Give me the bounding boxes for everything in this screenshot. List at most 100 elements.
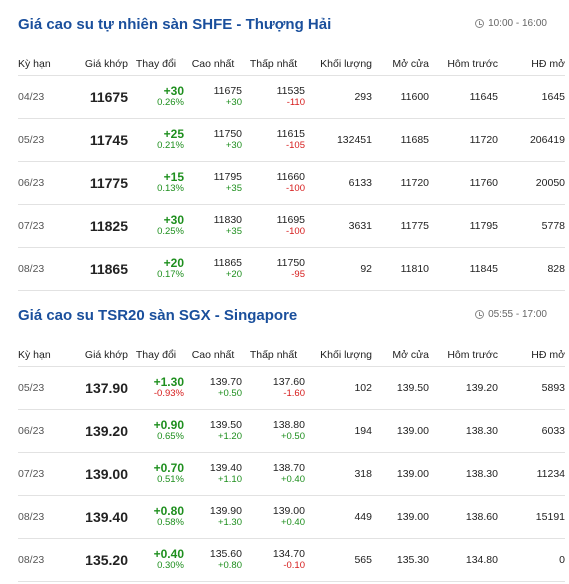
volume-cell: 293 bbox=[305, 75, 372, 119]
table-header-row: Kỳ hạn Giá khớp Thay đổi Cao nhất Thấp nhất K… bbox=[18, 343, 565, 367]
low-cell: 134.70 -0.10 bbox=[242, 538, 305, 582]
change-percent: 0.25% bbox=[157, 226, 184, 237]
change-value: +20 bbox=[163, 256, 184, 270]
price-cell: 139.00 bbox=[66, 452, 128, 496]
change-cell: +30 0.26% bbox=[128, 75, 184, 119]
shfe-section: Giá cao su tự nhiên sàn SHFE - Thượng Hả… bbox=[0, 0, 569, 291]
price-cell: 137.90 bbox=[66, 366, 128, 410]
change-value: +0.40 bbox=[153, 547, 184, 561]
high-cell: 11750 +30 bbox=[184, 118, 242, 162]
change-cell: +25 0.21% bbox=[128, 118, 184, 162]
low-cell: 138.70 +0.40 bbox=[242, 452, 305, 496]
low-value: 11660 bbox=[276, 171, 305, 183]
header-open-interest: HĐ mở bbox=[498, 343, 565, 367]
open-interest-cell: 6033 bbox=[498, 409, 565, 453]
change-cell: +0.70 0.51% bbox=[128, 452, 184, 496]
high-delta: +0.80 bbox=[217, 560, 242, 571]
change-value: +25 bbox=[163, 127, 184, 141]
term-cell: 06/23 bbox=[18, 409, 66, 453]
header-prev: Hôm trước bbox=[429, 343, 498, 367]
open-cell: 139.00 bbox=[372, 409, 429, 453]
low-delta: -100 bbox=[285, 226, 305, 237]
table-row[interactable]: 08/23 135.20 +0.40 0.30% 135.60 +0.80 134.70 -0… bbox=[18, 538, 565, 582]
sgx-price-table: Kỳ hạn Giá khớp Thay đổi Cao nhất Thấp nhất K… bbox=[18, 343, 565, 582]
low-cell: 11695 -100 bbox=[242, 204, 305, 248]
high-value: 11865 bbox=[213, 257, 242, 269]
header-low: Thấp nhất bbox=[242, 52, 305, 76]
term-cell: 08/23 bbox=[18, 538, 66, 582]
open-interest-cell: 206419 bbox=[498, 118, 565, 162]
term-cell: 08/23 bbox=[18, 247, 66, 291]
header-high: Cao nhất bbox=[184, 52, 242, 76]
table-row[interactable]: 07/23 11825 +30 0.25% 11830 +35 11695 -100 3631 1… bbox=[18, 204, 565, 248]
header-change: Thay đổi bbox=[128, 52, 184, 76]
sgx-header: Giá cao su TSR20 sàn SGX - Singapore 05:… bbox=[0, 291, 569, 343]
change-value: +30 bbox=[163, 213, 184, 227]
prev-close-cell: 139.20 bbox=[429, 366, 498, 410]
term-cell: 04/23 bbox=[18, 75, 66, 119]
low-value: 11695 bbox=[276, 214, 305, 226]
term-cell: 08/23 bbox=[18, 495, 66, 539]
price-cell: 11675 bbox=[66, 75, 128, 119]
high-delta: +30 bbox=[225, 140, 242, 151]
high-value: 139.70 bbox=[209, 376, 242, 388]
table-row[interactable]: 04/23 11675 +30 0.26% 11675 +30 11535 -110 293 11… bbox=[18, 75, 565, 119]
term-cell: 07/23 bbox=[18, 452, 66, 496]
high-cell: 11830 +35 bbox=[184, 204, 242, 248]
open-cell: 11720 bbox=[372, 161, 429, 205]
change-percent: 0.17% bbox=[157, 269, 184, 280]
clock-icon bbox=[475, 19, 485, 28]
open-interest-cell: 15191 bbox=[498, 495, 565, 539]
table-row[interactable]: 08/23 11865 +20 0.17% 11865 +20 11750 -95 92 1181… bbox=[18, 247, 565, 291]
header-volume: Khối lượng bbox=[305, 52, 372, 76]
sgx-title: Giá cao su TSR20 sàn SGX - Singapore bbox=[18, 307, 298, 324]
prev-close-cell: 11645 bbox=[429, 75, 498, 119]
table-row[interactable]: 06/23 139.20 +0.90 0.65% 139.50 +1.20 138.80 +0… bbox=[18, 409, 565, 453]
change-percent: 0.30% bbox=[157, 560, 184, 571]
low-delta: -110 bbox=[286, 97, 305, 108]
price-cell: 11865 bbox=[66, 247, 128, 291]
low-cell: 11750 -95 bbox=[242, 247, 305, 291]
header-change: Thay đổi bbox=[128, 343, 184, 367]
change-percent: 0.58% bbox=[157, 517, 184, 528]
low-cell: 138.80 +0.50 bbox=[242, 409, 305, 453]
volume-cell: 3631 bbox=[305, 204, 372, 248]
high-delta: +1.20 bbox=[217, 431, 242, 442]
low-delta: -100 bbox=[285, 183, 305, 194]
table-row[interactable]: 07/23 139.00 +0.70 0.51% 139.40 +1.10 138.70 +0… bbox=[18, 452, 565, 496]
change-cell: +0.40 0.30% bbox=[128, 538, 184, 582]
high-delta: +35 bbox=[225, 226, 242, 237]
high-delta: +1.30 bbox=[217, 517, 242, 528]
low-delta: +0.50 bbox=[280, 431, 305, 442]
term-cell: 05/23 bbox=[18, 118, 66, 162]
header-open: Mở cửa bbox=[372, 343, 429, 367]
low-cell: 11535 -110 bbox=[242, 75, 305, 119]
header-volume: Khối lượng bbox=[305, 343, 372, 367]
header-term: Kỳ hạn bbox=[18, 52, 66, 76]
high-value: 135.60 bbox=[209, 548, 242, 560]
prev-close-cell: 138.60 bbox=[429, 495, 498, 539]
low-delta: -95 bbox=[291, 269, 305, 280]
high-cell: 139.70 +0.50 bbox=[184, 366, 242, 410]
price-cell: 11775 bbox=[66, 161, 128, 205]
table-row[interactable]: 06/23 11775 +15 0.13% 11795 +35 11660 -100 6133 1… bbox=[18, 161, 565, 205]
change-percent: 0.26% bbox=[157, 97, 184, 108]
low-cell: 137.60 -1.60 bbox=[242, 366, 305, 410]
prev-close-cell: 11760 bbox=[429, 161, 498, 205]
high-delta: +1.10 bbox=[217, 474, 242, 485]
high-delta: +30 bbox=[225, 97, 242, 108]
low-cell: 11615 -105 bbox=[242, 118, 305, 162]
table-row[interactable]: 08/23 139.40 +0.80 0.58% 139.90 +1.30 139.00 +0… bbox=[18, 495, 565, 539]
change-value: +0.90 bbox=[153, 418, 184, 432]
low-cell: 139.00 +0.40 bbox=[242, 495, 305, 539]
open-interest-cell: 828 bbox=[498, 247, 565, 291]
high-value: 11675 bbox=[213, 85, 242, 97]
change-value: +0.70 bbox=[153, 461, 184, 475]
table-row[interactable]: 05/23 11745 +25 0.21% 11750 +30 11615 -105 13245… bbox=[18, 118, 565, 162]
table-row[interactable]: 05/23 137.90 +1.30 -0.93% 139.70 +0.50 137.60-… bbox=[18, 366, 565, 410]
prev-close-cell: 11720 bbox=[429, 118, 498, 162]
price-cell: 11745 bbox=[66, 118, 128, 162]
change-cell: +30 0.25% bbox=[128, 204, 184, 248]
header-open-interest: HĐ mở bbox=[498, 52, 565, 76]
volume-cell: 92 bbox=[305, 247, 372, 291]
